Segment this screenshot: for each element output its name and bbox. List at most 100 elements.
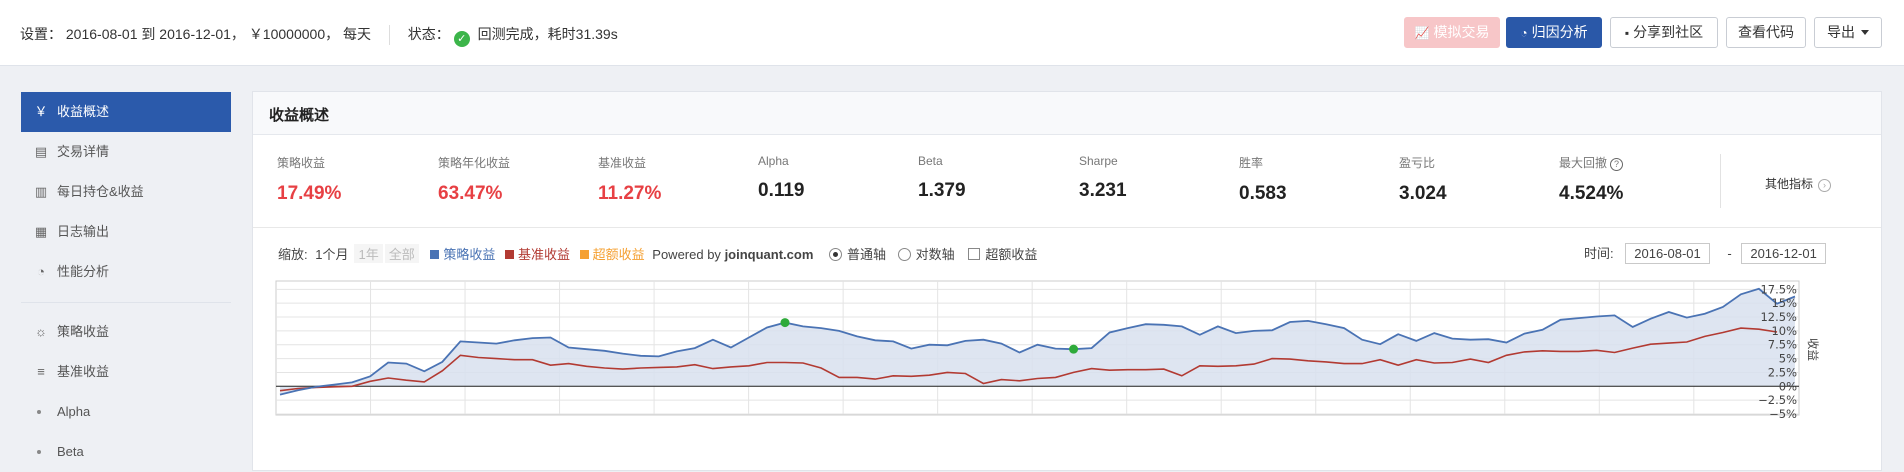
sidebar: ￥ 收益概述 ▤ 交易详情 ▥ 每日持仓&收益 ▦ 日志输出 ◔ 性能分析 ☼ 策略收益 ≡… <box>0 67 250 460</box>
y-tick-label: 17.5% <box>1760 282 1797 296</box>
sidebar-item-trades[interactable]: ▤ 交易详情 <box>21 132 231 172</box>
view-code-label: 查看代码 <box>1738 24 1794 40</box>
sidebar-item-daily-positions[interactable]: ▥ 每日持仓&收益 <box>21 172 231 212</box>
date-to-input[interactable]: 2016-12-01 <box>1741 243 1826 264</box>
log-axis-label: 对数轴 <box>915 247 955 262</box>
sidebar-item-beta[interactable]: Beta <box>21 432 231 472</box>
sidebar-item-label: 基准收益 <box>57 364 110 379</box>
metric-value: 63.47% <box>438 183 503 204</box>
document-icon: ▤ <box>34 144 48 159</box>
help-icon[interactable]: ? <box>1610 158 1624 171</box>
start-date: 2016-08-01 <box>65 26 138 42</box>
share-community-button[interactable]: ▪ 分享到社区 <box>1610 17 1718 48</box>
returns-chart[interactable]: 17.5%15%12.5%10%7.5%5%2.5%0%−2.5%−5% 收益 <box>271 278 1851 458</box>
divider <box>253 227 1881 228</box>
sidebar-item-alpha[interactable]: Alpha <box>21 392 231 432</box>
to-text: 到 <box>141 26 156 42</box>
metric-label: 盈亏比 <box>1399 156 1436 170</box>
metric-value: 4.524% <box>1559 183 1624 204</box>
legend-strategy[interactable]: 策略收益 <box>430 244 495 263</box>
metric-benchmark-return: 基准收益 11.27% <box>598 154 661 205</box>
sidebar-item-label: 收益概述 <box>57 104 110 119</box>
export-label: 导出 <box>1827 24 1855 40</box>
divider <box>1720 154 1721 208</box>
metric-label: 最大回撤 <box>1559 156 1608 170</box>
chart-icon: 📈 <box>1414 26 1430 40</box>
other-metrics-link[interactable]: 其他指标 › <box>1765 175 1832 192</box>
metric-label: Sharpe <box>1079 154 1118 168</box>
y-tick-label: −5% <box>1769 407 1797 421</box>
legend-label: 策略收益 <box>443 247 496 262</box>
frequency: 每天 <box>343 26 371 42</box>
sidebar-item-benchmark-returns[interactable]: ≡ 基准收益 <box>21 352 231 392</box>
normal-axis-label: 普通轴 <box>847 247 887 262</box>
normal-axis-radio[interactable] <box>829 248 843 261</box>
metric-value: 3.024 <box>1399 183 1447 204</box>
divider <box>388 25 390 46</box>
sidebar-item-label: 策略收益 <box>57 324 110 339</box>
yen-icon: ￥ <box>34 104 48 119</box>
top-bar: 设置： 2016-08-01 到 2016-12-01， ￥10000000， … <box>0 0 1904 66</box>
legend-swatch <box>579 250 589 259</box>
y-tick-label: 10% <box>1771 324 1797 338</box>
y-tick-label: 2.5% <box>1768 365 1797 379</box>
pie-chart-icon: ◔ <box>37 264 45 279</box>
time-label: 时间: <box>1584 246 1614 261</box>
log-axis-radio[interactable] <box>897 248 911 261</box>
simulate-trade-button[interactable]: 📈 模拟交易 <box>1404 17 1500 48</box>
y-tick-label: −2.5% <box>1758 393 1797 407</box>
lightbulb-icon: ☼ <box>35 324 47 339</box>
sidebar-item-log[interactable]: ▦ 日志输出 <box>21 212 231 252</box>
zoom-1-year[interactable]: 1年 <box>354 244 383 263</box>
simulate-label: 模拟交易 <box>1433 24 1490 40</box>
zoom-all[interactable]: 全部 <box>384 244 419 263</box>
pie-chart-icon: ◔ <box>1520 26 1528 40</box>
date-range: 时间: 2016-08-01 - 2016-12-01 <box>1584 243 1826 264</box>
bullet-icon <box>37 450 41 454</box>
sidebar-item-label: Alpha <box>57 404 91 419</box>
chevron-right-icon: › <box>1818 179 1832 192</box>
date-from-input[interactable]: 2016-08-01 <box>1625 243 1710 264</box>
settings-label: 设置： <box>20 26 62 42</box>
export-button[interactable]: 导出 <box>1814 17 1882 48</box>
powered-by-text: Powered by <box>652 247 721 262</box>
chart-controls: 缩放: 1个月 1年 全部 策略收益 基准收益 超额收益 Powered by jo… <box>278 244 1037 263</box>
metric-alpha: Alpha 0.119 <box>758 154 805 202</box>
returns-overview-panel: 收益概述 策略收益 17.49% 策略年化收益 63.47% 基准收益 11.27% … <box>252 91 1882 471</box>
database-icon: ≡ <box>37 364 45 379</box>
bullet-icon <box>37 410 41 414</box>
brand-text: joinquant.com <box>724 247 814 262</box>
excess-return-checkbox[interactable] <box>968 248 981 260</box>
sidebar-item-label: 交易详情 <box>57 144 110 159</box>
sidebar-item-label: Beta <box>57 444 84 459</box>
chevron-down-icon <box>1861 30 1869 35</box>
metric-value: 0.583 <box>1239 183 1287 204</box>
status-text: 回测完成，耗时31.39s <box>477 26 618 42</box>
trade-marker <box>1069 344 1079 354</box>
attribution-label: 归因分析 <box>1531 24 1588 40</box>
y-axis-label: 收益 <box>1806 338 1820 361</box>
metric-value: 11.27% <box>598 183 662 204</box>
panel-title: 收益概述 <box>269 107 330 124</box>
sidebar-item-performance[interactable]: ◔ 性能分析 <box>21 252 231 292</box>
metric-label: 基准收益 <box>598 156 647 170</box>
attribution-button[interactable]: ◔ 归因分析 <box>1506 17 1602 48</box>
excess-checkbox-label: 超额收益 <box>985 247 1038 262</box>
legend-label: 超额收益 <box>592 247 645 262</box>
bar-chart-icon: ▥ <box>34 184 48 199</box>
sidebar-item-strategy-returns[interactable]: ☼ 策略收益 <box>21 312 231 352</box>
legend-excess[interactable]: 超额收益 <box>579 244 645 263</box>
legend-benchmark[interactable]: 基准收益 <box>505 244 570 263</box>
y-tick-label: 7.5% <box>1768 338 1797 352</box>
zoom-1-month[interactable]: 1个月 <box>311 244 352 263</box>
metric-sharpe: Sharpe 3.231 <box>1079 154 1127 202</box>
metric-value: 17.49% <box>277 183 342 204</box>
legend-swatch <box>505 250 514 259</box>
sidebar-item-overview[interactable]: ￥ 收益概述 <box>21 92 231 132</box>
date-separator: - <box>1727 246 1732 261</box>
panel-header: 收益概述 <box>253 92 1881 135</box>
sidebar-item-label: 日志输出 <box>57 224 110 239</box>
view-code-button[interactable]: 查看代码 <box>1726 17 1806 48</box>
check-icon: ✓ <box>453 31 470 47</box>
metric-annual-return: 策略年化收益 63.47% <box>438 154 510 205</box>
